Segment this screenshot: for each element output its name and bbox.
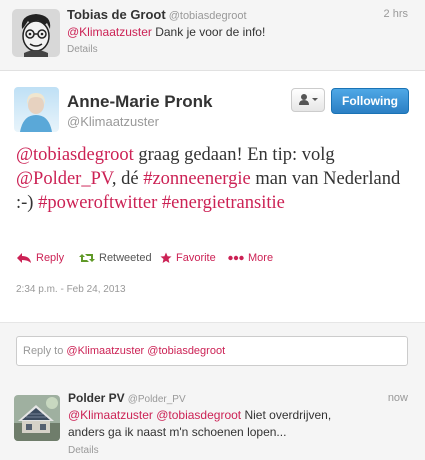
tweet-text: @tobiasdegroot graag gedaan! En tip: vol… <box>16 143 411 215</box>
reply-icon <box>17 253 31 263</box>
name-text[interactable]: Tobias de Groot <box>67 7 166 22</box>
solar-panel-photo-icon <box>14 395 60 441</box>
mention-link[interactable]: @tobiasdegroot <box>16 145 134 165</box>
main-tweet: Anne-Marie Pronk @Klimaatzuster Followin… <box>0 71 425 322</box>
reply-area: Reply to @Klimaatzuster @tobiasdegroot <box>0 322 425 380</box>
author-name[interactable]: Anne-Marie Pronk <box>67 92 212 112</box>
reply-prefix: Reply to <box>23 345 67 357</box>
hashtag-link[interactable]: #poweroftwitter <box>38 193 157 213</box>
tweet-time[interactable]: 2 hrs <box>384 8 408 20</box>
details-link[interactable]: Details <box>68 445 99 456</box>
name-text[interactable]: Polder PV <box>68 391 125 405</box>
reply-label[interactable]: Reply <box>36 252 64 264</box>
tweet-actions: Reply Retweeted Favorite More <box>16 252 416 270</box>
avatar-polder-pv[interactable] <box>14 395 60 441</box>
user-dropdown-icon <box>299 94 318 105</box>
tweet-text: @Klimaatzuster @tobiasdegroot Niet overd… <box>68 407 368 441</box>
author-name[interactable]: Polder PV @Polder_PV <box>68 391 186 405</box>
reply-action[interactable]: Reply <box>16 252 64 264</box>
author-handle[interactable]: @Klimaatzuster <box>67 114 159 129</box>
user-actions-button[interactable] <box>291 88 325 112</box>
tweet-tobias[interactable]: Tobias de Groot @tobiasdegroot 2 hrs @Kli… <box>0 0 425 71</box>
tweet-polder-pv[interactable]: Polder PV @Polder_PV now @Klimaatzuster @… <box>0 379 425 460</box>
tweet-time[interactable]: now <box>388 392 408 404</box>
retweet-icon <box>79 254 95 262</box>
reply-mention: @tobiasdegroot <box>147 345 226 357</box>
cartoon-avatar-icon <box>12 9 60 57</box>
author-handle[interactable]: @tobiasdegroot <box>169 10 247 22</box>
tweet-timestamp[interactable]: 2:34 p.m. - Feb 24, 2013 <box>16 284 126 295</box>
text-fragment: graag gedaan! En tip: volg <box>133 145 335 165</box>
favorite-action[interactable]: Favorite <box>160 252 216 264</box>
tweet-text: @Klimaatzuster Dank je voor de info! <box>67 25 265 39</box>
avatar-anne-marie[interactable] <box>14 87 59 132</box>
text-fragment: , dé <box>111 169 144 189</box>
reply-input[interactable]: Reply to @Klimaatzuster @tobiasdegroot <box>16 336 408 366</box>
avatar-tobias[interactable] <box>12 9 60 57</box>
author-name[interactable]: Tobias de Groot @tobiasdegroot <box>67 7 247 22</box>
author-handle[interactable]: @Polder_PV <box>128 394 186 405</box>
mention-link[interactable]: @Polder_PV <box>16 169 112 189</box>
photo-avatar-icon <box>14 87 59 132</box>
favorite-label[interactable]: Favorite <box>176 252 216 264</box>
mention-link[interactable]: @tobiasdegroot <box>156 408 241 422</box>
more-label[interactable]: More <box>248 252 273 264</box>
retweet-action[interactable]: Retweeted <box>79 252 152 264</box>
mention-link[interactable]: @Klimaatzuster <box>67 25 152 39</box>
hashtag-link[interactable]: #zonneenergie <box>143 169 251 189</box>
following-button[interactable]: Following <box>331 88 409 114</box>
hashtag-link[interactable]: #energietransitie <box>162 193 285 213</box>
more-action[interactable]: More <box>228 252 273 264</box>
star-icon <box>160 252 172 263</box>
details-link[interactable]: Details <box>67 44 98 55</box>
tweet-body: Dank je voor de info! <box>155 25 266 39</box>
retweeted-label[interactable]: Retweeted <box>99 252 152 264</box>
more-dots-icon <box>228 255 244 261</box>
mention-link[interactable]: @Klimaatzuster <box>68 408 153 422</box>
reply-mention: @Klimaatzuster <box>66 345 145 357</box>
